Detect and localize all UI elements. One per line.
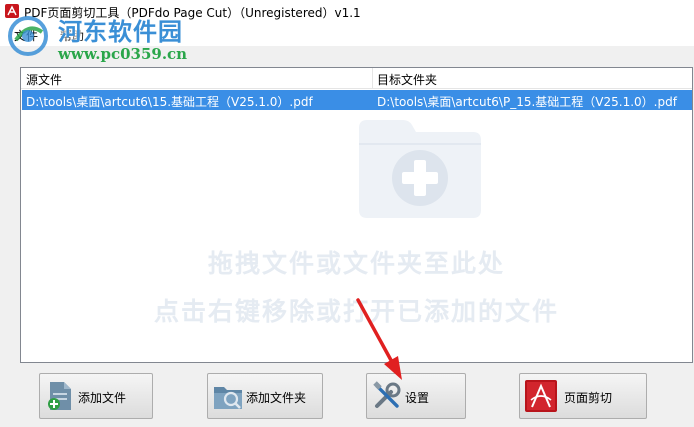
add-folder-button[interactable]: 添加文件夹: [207, 373, 323, 419]
drop-hint-line-1: 拖拽文件或文件夹至此处: [207, 249, 505, 278]
tools-icon: [373, 381, 401, 408]
cell-target: D:\tools\桌面\artcut6\P_15.基础工程（V25.1.0）.p…: [377, 95, 677, 109]
add-folder-label: 添加文件夹: [246, 391, 307, 405]
settings-label: 设置: [405, 391, 430, 405]
watermark-site-url: www.pc0359.cn: [58, 45, 188, 63]
column-header-source[interactable]: 源文件: [26, 71, 62, 88]
table-row[interactable]: D:\tools\桌面\artcut6\15.基础工程（V25.1.0）.pdf…: [22, 90, 692, 110]
page-cut-label: 页面剪切: [564, 391, 613, 405]
watermark-site-name: 河东软件园: [58, 17, 183, 46]
watermark-logo-icon: [8, 16, 48, 56]
folder-plus-icon: [359, 120, 481, 218]
settings-button[interactable]: 设置: [366, 373, 466, 419]
page-cut-button[interactable]: 页面剪切: [519, 373, 647, 419]
column-divider[interactable]: [372, 68, 373, 88]
drop-hint-line-2: 点击右键移除或打开已添加的文件: [153, 297, 559, 326]
folder-add-icon: [214, 387, 242, 409]
list-header: 源文件 目标文件夹: [21, 68, 692, 89]
add-file-button[interactable]: 添加文件: [39, 373, 153, 419]
pdf-cut-icon: [525, 380, 557, 412]
file-list[interactable]: 源文件 目标文件夹 D:\tools\桌面\artcut6\15.基础工程（V2…: [20, 67, 693, 363]
add-file-label: 添加文件: [78, 391, 127, 405]
file-add-icon: [48, 382, 71, 410]
column-header-target[interactable]: 目标文件夹: [377, 71, 437, 88]
cell-source: D:\tools\桌面\artcut6\15.基础工程（V25.1.0）.pdf: [26, 95, 313, 109]
